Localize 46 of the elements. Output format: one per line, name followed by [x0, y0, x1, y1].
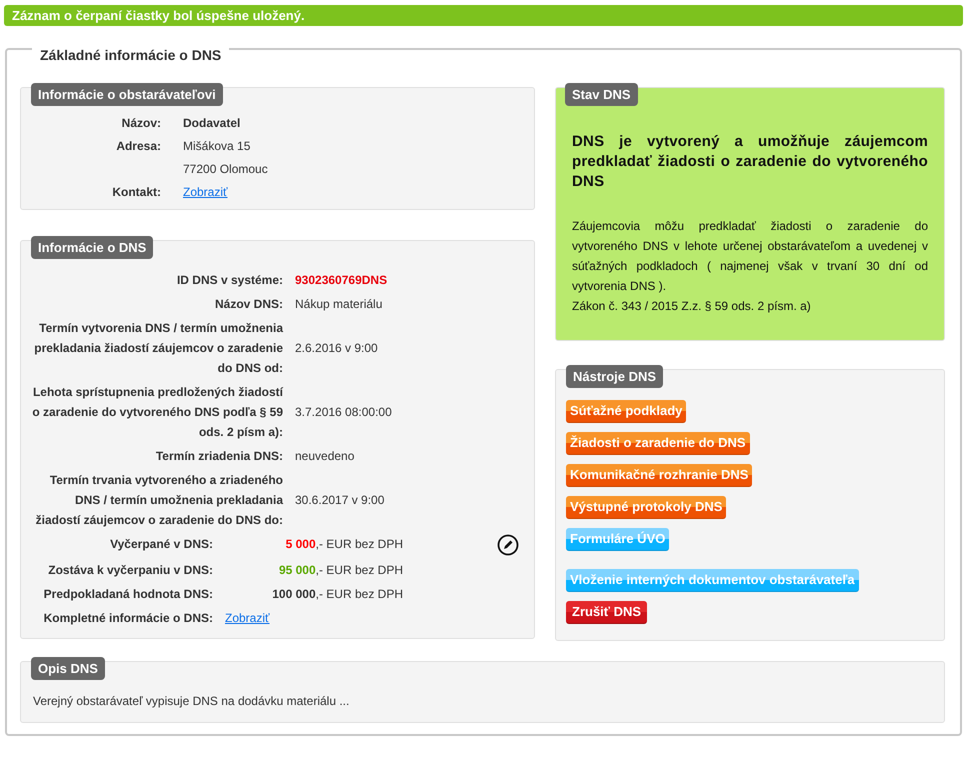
panel-title: Nástroje DNS: [566, 365, 664, 388]
tool-button[interactable]: Žiadosti o zaradenie do DNS: [566, 432, 750, 455]
field-value: 3.7.2016 08:00:00: [295, 404, 393, 421]
field-label: Názov:: [120, 116, 161, 130]
field-label: Predpokladaná hodnota DNS:: [42, 586, 213, 603]
description-text: Verejný obstarávateľ vypisuje DNS na dodávku materiálu ...: [33, 694, 350, 710]
field-value: 77200 Olomouc: [183, 162, 269, 176]
field-value: Nákup materiálu: [295, 296, 384, 313]
field-label: Vyčerpané v DNS:: [109, 536, 213, 553]
show-link[interactable]: Zobraziť: [183, 185, 228, 199]
tool-button[interactable]: Formuláre ÚVO: [566, 528, 670, 551]
tool-button[interactable]: Vloženie interných dokumentov obstarávateľa: [566, 569, 859, 592]
law-reference: Zákon č. 343 / 2015 Z.z. § 59 ods. 2 písm. a): [572, 298, 812, 315]
section-title: Základné informácie o DNS: [32, 47, 230, 63]
field-label: Termín zriadenia DNS:: [154, 448, 283, 465]
field-value: Mišákova 15: [183, 139, 252, 153]
field-label: Kompletné informácie o DNS:: [42, 610, 213, 627]
success-banner: Záznam o čerpaní čiastky bol úspešne uložený.: [4, 5, 963, 26]
field-label: Lehota sprístupnenia predložených žiadostí o zaradenie do vytvoreného DNS podľa § 59 ods. 2 písm a):: [31, 384, 283, 441]
field-value: neuvedeno: [295, 448, 356, 465]
field-label: ID DNS v systéme:: [176, 272, 283, 289]
tool-button[interactable]: Zrušiť DNS: [566, 601, 648, 624]
field-label: Adresa:: [115, 139, 161, 153]
tool-button[interactable]: Súťažné podklady: [566, 400, 686, 423]
panel-title: Informácie o DNS: [31, 236, 154, 259]
field-value: Dodavatel: [183, 116, 242, 130]
field-value: 2.6.2016 v 9:00: [295, 340, 379, 357]
field-label: Termín trvania vytvoreného a zriadeného DNS / termín umožnenia prekladania žiadostí záujemcov o zaradenie do DNS do:: [34, 472, 283, 529]
status-headline: DNS je vytvorený a umožňuje záujemcom predkladať žiadosti o zaradenie do vytvoreného DNS: [572, 132, 928, 192]
tool-button[interactable]: Výstupné protokoly DNS: [566, 496, 726, 519]
amount-value: 100 000,- EUR bez DPH: [271, 586, 403, 603]
edit-icon[interactable]: [497, 534, 519, 556]
field-label: Kontakt:: [111, 185, 161, 199]
amount-value: 5 000,- EUR bez DPH: [284, 536, 403, 553]
field-label: Názov DNS:: [214, 296, 283, 313]
amount-value: 95 000,- EUR bez DPH: [278, 562, 403, 579]
status-text: Záujemcovia môžu predkladať žiadosti o zaradenie do vytvoreného DNS v lehote určenej obstarávateľom a uvedenej v súťažných podkladoch ( najmenej však v trvaní 30 dní od vytvorenia DNS ).: [572, 218, 928, 295]
field-label: Termín vytvorenia DNS / termín umožnenia prekladania žiadostí záujemcov o zaradenie do DNS od:: [33, 320, 283, 377]
field-label: Zostáva k vyčerpaniu v DNS:: [47, 562, 213, 579]
panel-title: Informácie o obstarávateľovi: [31, 83, 223, 106]
panel-title: Opis DNS: [31, 657, 105, 680]
show-link[interactable]: Zobraziť: [225, 611, 270, 625]
field-value: 30.6.2017 v 9:00: [295, 492, 386, 509]
tool-button[interactable]: Komunikačné rozhranie DNS: [566, 464, 752, 487]
field-value: 9302360769DNS: [295, 272, 388, 289]
panel-title: Stav DNS: [565, 83, 638, 106]
